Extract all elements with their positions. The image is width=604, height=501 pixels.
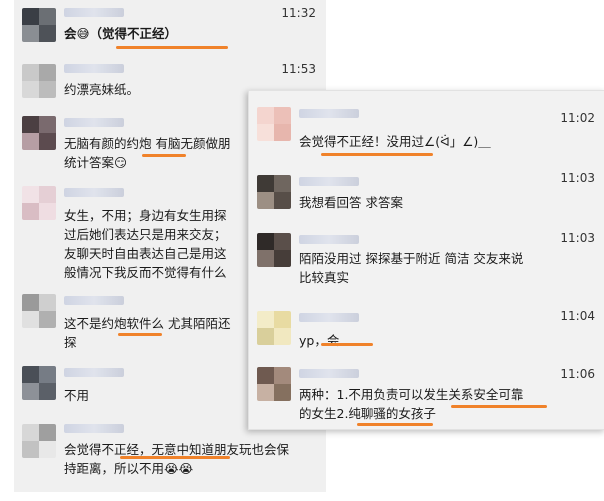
blurred-username	[64, 188, 124, 197]
message-time: 11:02	[560, 111, 595, 125]
message-time: 11:03	[560, 171, 595, 185]
highlight-underline	[116, 46, 228, 49]
avatar	[22, 366, 56, 400]
message-time: 11:53	[281, 62, 316, 76]
blurred-username	[299, 313, 359, 322]
message-text: 会觉得不正经！没用过∠(ᐛ」∠)＿	[299, 134, 491, 149]
message-time: 11:03	[560, 231, 595, 245]
highlight-underline	[321, 343, 373, 346]
right-chat-screenshot: 11:02 会觉得不正经！没用过∠(ᐛ」∠)＿ 11:03 我想看回答 求答案 …	[248, 90, 604, 430]
message-text: 会😅（觉得不正经）	[64, 26, 178, 41]
blurred-username	[64, 424, 124, 433]
message-text: 不用	[64, 388, 90, 403]
highlight-underline	[118, 333, 162, 336]
message-time: 11:32	[281, 6, 316, 20]
message-time: 11:04	[560, 309, 595, 323]
highlight-underline	[451, 405, 547, 408]
blurred-username	[64, 8, 124, 17]
message-text: 女生，不用；身边有女生用探 过后她们表达只是用来交友； 友聊天时自由表达自己是用…	[64, 208, 227, 280]
avatar	[22, 116, 56, 150]
highlight-underline	[142, 154, 186, 157]
avatar	[22, 8, 56, 42]
message-text: 会觉得不正经，无意中知道朋友玩也会保 持距离，所以不用😭😭	[64, 442, 290, 476]
message-text: 约漂亮妹纸。	[64, 82, 140, 97]
message-text: 两种：1.不用负责可以发生关系安全可靠 的女生2.纯聊骚的女孩子	[299, 387, 524, 421]
avatar	[257, 367, 291, 401]
message-time: 11:06	[560, 367, 595, 381]
avatar	[22, 186, 56, 220]
avatar	[257, 233, 291, 267]
blurred-username	[299, 369, 359, 378]
message-text: 陌陌没用过 探探基于附近 简洁 交友来说 比较真实	[299, 251, 524, 285]
highlight-underline	[321, 153, 433, 156]
avatar	[22, 294, 56, 328]
message-text: 无脑有颜的约炮 有脑无颜做朋 统计答案😏	[64, 136, 231, 170]
blurred-username	[64, 368, 124, 377]
avatar	[22, 64, 56, 98]
avatar	[257, 107, 291, 141]
blurred-username	[299, 177, 359, 186]
blurred-username	[64, 118, 124, 127]
message-text: 我想看回答 求答案	[299, 195, 403, 210]
blurred-username	[299, 235, 359, 244]
blurred-username	[299, 109, 359, 118]
avatar	[22, 424, 56, 458]
highlight-underline	[357, 423, 433, 426]
avatar	[257, 311, 291, 345]
avatar	[257, 175, 291, 209]
highlight-underline	[120, 456, 230, 459]
message-text: yp，会	[299, 333, 340, 348]
blurred-username	[64, 296, 124, 305]
blurred-username	[64, 64, 124, 73]
